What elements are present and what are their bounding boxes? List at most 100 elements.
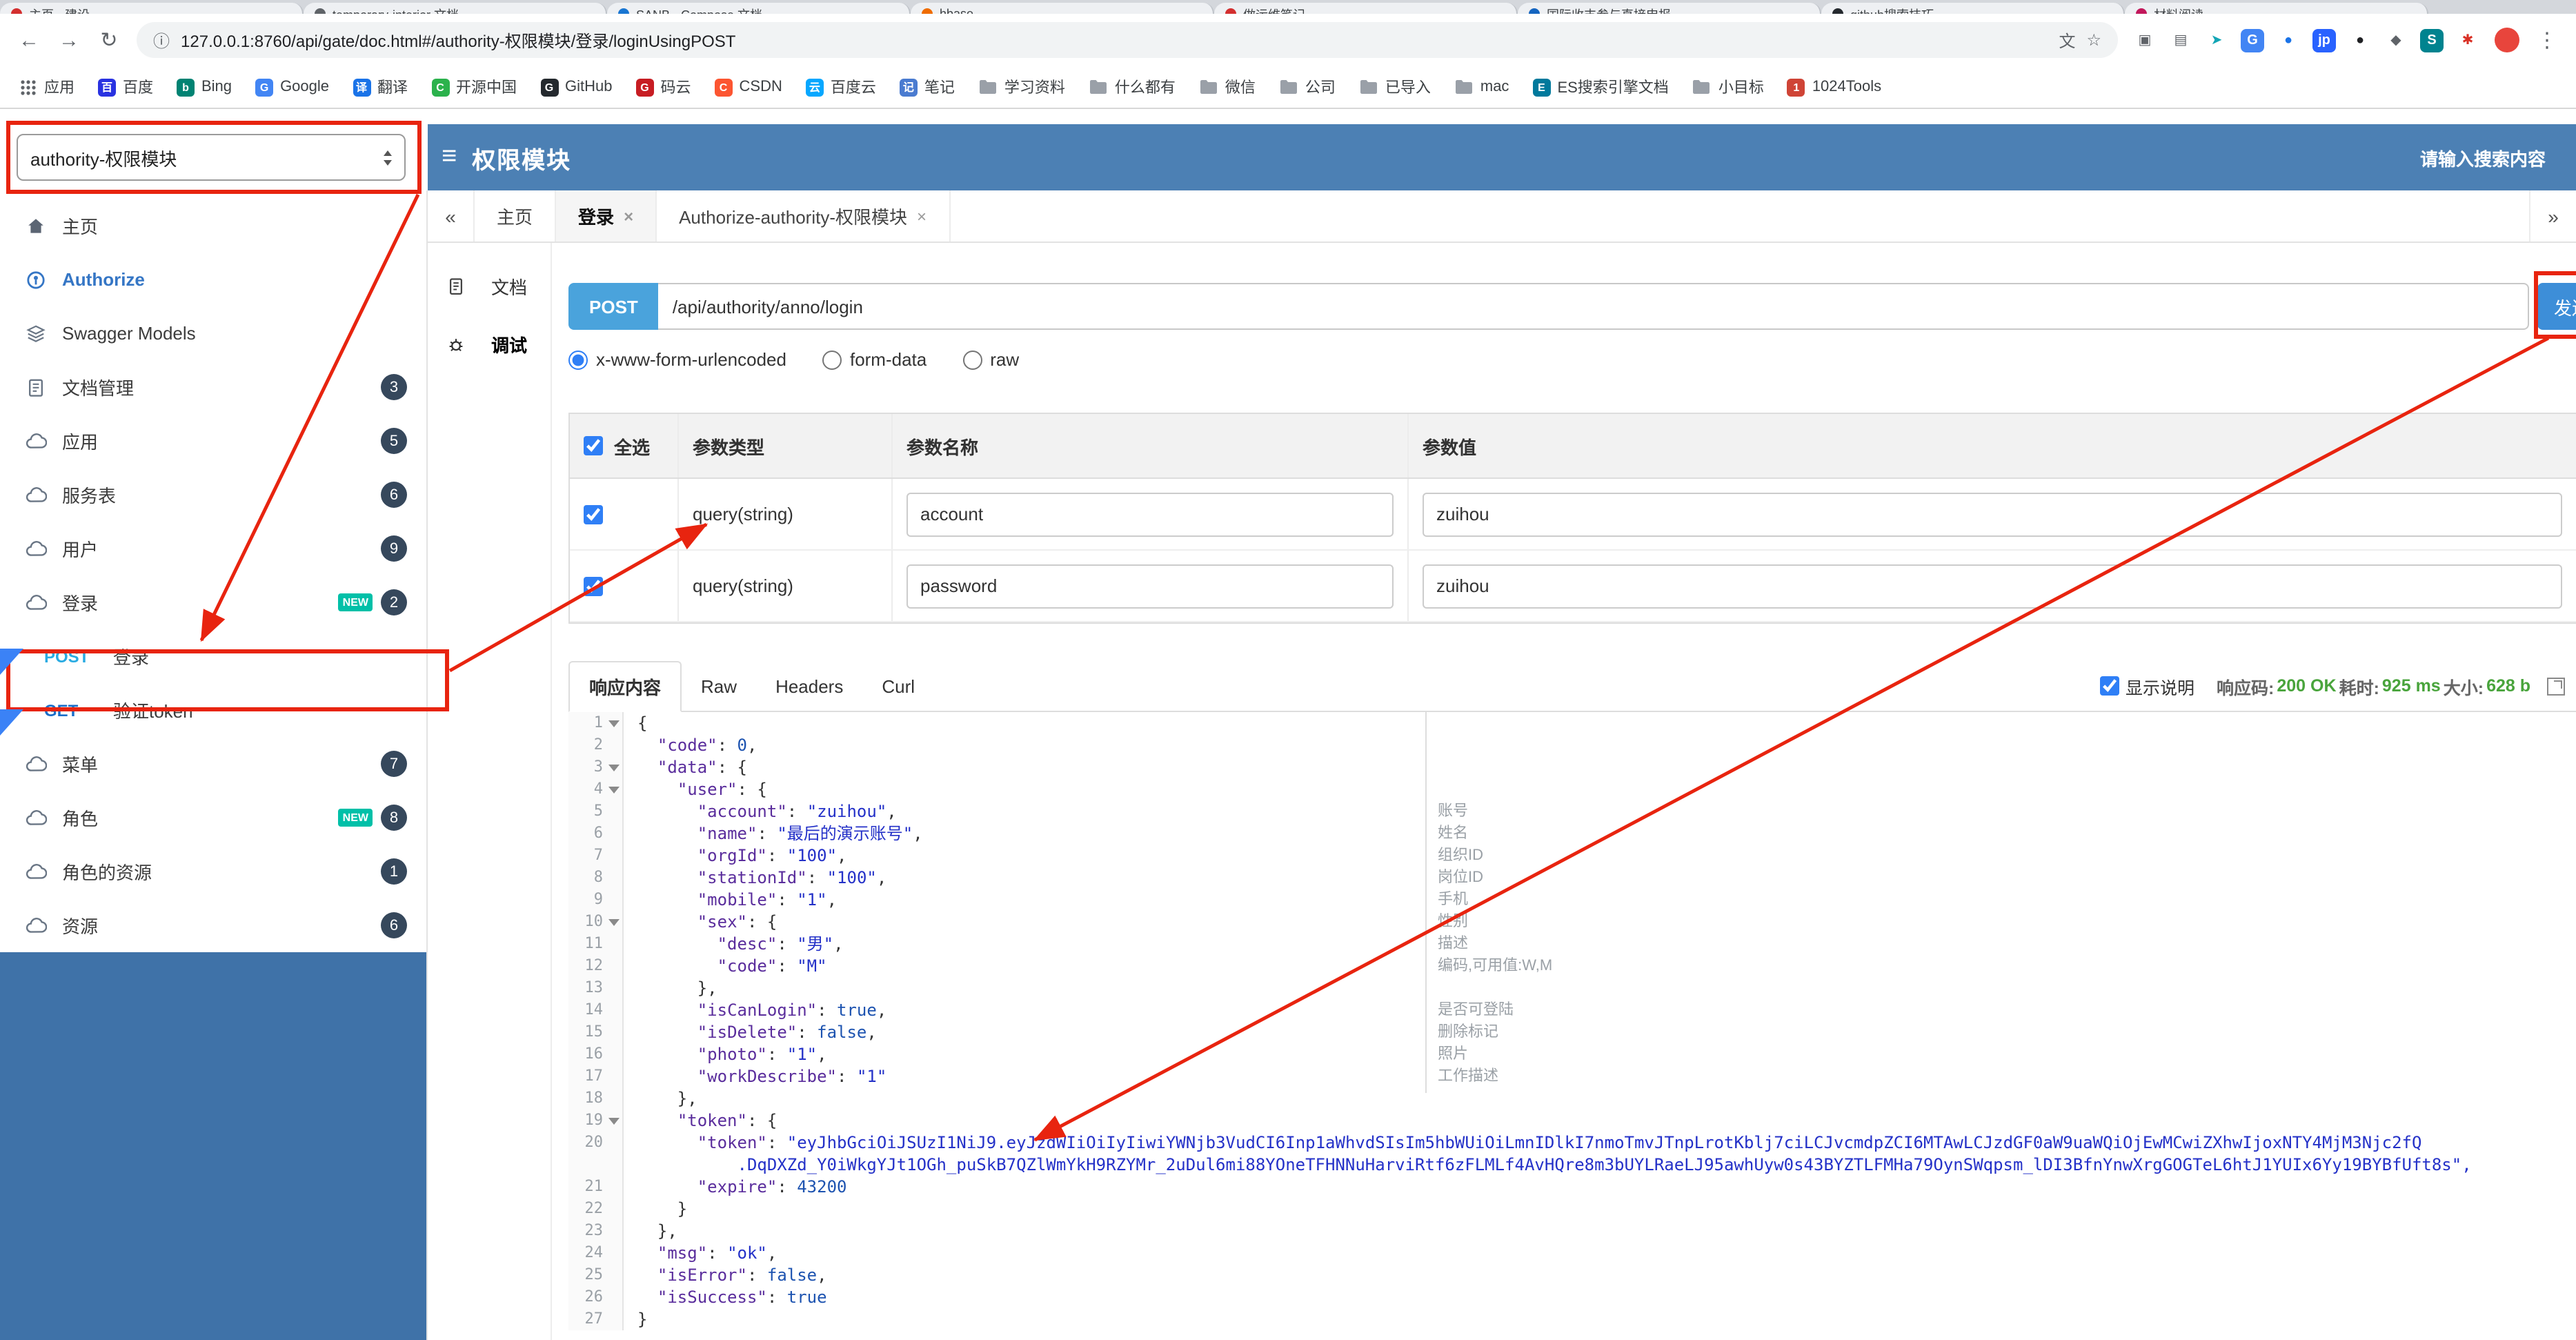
fold-caret-icon[interactable] <box>608 765 620 771</box>
response-tab[interactable]: Headers <box>756 661 862 711</box>
sidebar-item[interactable]: 角色 NEW 8 <box>0 791 426 845</box>
request-url-input[interactable] <box>658 283 2529 330</box>
sidebar-item[interactable]: 角色的资源 1 <box>0 845 426 898</box>
bookmark-item[interactable]: 已导入 <box>1359 76 1431 98</box>
content-type-radio[interactable] <box>822 350 842 369</box>
module-select[interactable]: authority-权限模块 <box>17 134 406 181</box>
sidebar-item[interactable]: 用户 9 <box>0 522 426 575</box>
sidebar-item[interactable]: 资源 6 <box>0 898 426 952</box>
doc-tab[interactable]: Authorize-authority-权限模块 × <box>657 190 951 242</box>
sidebar-item[interactable]: GET 验证token <box>0 683 426 737</box>
param-row-checkbox[interactable] <box>584 504 603 524</box>
bookmark-item[interactable]: 微信 <box>1199 76 1256 98</box>
bookmark-item[interactable]: 1 1024Tools <box>1787 78 1881 96</box>
param-name-input[interactable] <box>906 564 1394 608</box>
content-type-option[interactable]: x-www-form-urlencoded <box>568 349 786 370</box>
browser-tab[interactable]: 材料阅读 <box>2125 3 2428 14</box>
close-tab-icon[interactable]: × <box>624 206 633 226</box>
content-type-radio[interactable] <box>962 350 982 369</box>
bookmark-item[interactable]: G Google <box>255 78 329 96</box>
browser-tab[interactable]: SANB - Compose 文档 <box>607 3 911 14</box>
bookmark-item[interactable]: G 码云 <box>635 76 691 98</box>
fullscreen-icon[interactable] <box>2547 677 2565 695</box>
browser-tab[interactable]: hbase <box>911 3 1214 14</box>
sidebar-item[interactable]: 服务表 6 <box>0 468 426 522</box>
sidebar-item[interactable]: POST 登录 <box>0 629 426 683</box>
send-ext-icon[interactable]: ➤ <box>2205 28 2228 52</box>
reader-ext-icon[interactable]: ▤ <box>2169 28 2192 52</box>
shield-ext-icon[interactable]: ◆ <box>2384 28 2408 52</box>
page-info-icon[interactable]: ⓘ <box>153 28 170 52</box>
doc-tab[interactable]: 登录 × <box>556 190 657 242</box>
bookmark-item[interactable]: 应用 <box>19 76 75 98</box>
line-numbers[interactable]: 1 2 3 4 5 6 7 8 9 10 11 12 13 14 15 16 17 18 19 20 21 22 23 24 2… <box>568 712 624 1330</box>
bookmark-item[interactable]: G GitHub <box>540 78 613 96</box>
bookmark-item[interactable]: C 开源中国 <box>431 76 517 98</box>
doc-nav-debug[interactable]: 调试 <box>428 315 551 373</box>
bookmark-item[interactable]: 什么都有 <box>1089 76 1176 98</box>
snip-ext-icon[interactable]: S <box>2420 28 2444 52</box>
reload-icon[interactable]: ↻ <box>97 28 121 52</box>
close-tab-icon[interactable]: × <box>917 206 927 226</box>
bookmark-item[interactable]: 公司 <box>1279 76 1336 98</box>
forward-icon[interactable]: → <box>57 28 81 52</box>
bookmark-item[interactable]: 学习资料 <box>978 76 1065 98</box>
response-json[interactable]: { "code": 0, "data": { "user": { "accoun… <box>624 712 2576 1330</box>
sidebar-item[interactable]: 菜单 7 <box>0 737 426 791</box>
fold-caret-icon[interactable] <box>608 787 620 794</box>
circle-ext-icon[interactable]: ● <box>2348 28 2372 52</box>
google-ext-icon[interactable]: G <box>2241 28 2264 52</box>
bookmark-item[interactable]: mac <box>1454 79 1509 95</box>
response-tab[interactable]: Curl <box>862 661 934 711</box>
sidebar-item[interactable]: 登录 NEW 2 <box>0 575 426 629</box>
show-desc-checkbox[interactable] <box>2099 676 2119 696</box>
sidebar-item[interactable]: 应用 5 <box>0 414 426 468</box>
profile-avatar[interactable] <box>2495 28 2519 52</box>
tabs-next-icon[interactable]: » <box>2529 190 2576 242</box>
bookmark-star-icon[interactable]: ☆ <box>2086 30 2101 50</box>
back-icon[interactable]: ← <box>17 28 41 52</box>
menu-toggle-icon[interactable]: ≡ <box>442 142 457 173</box>
browser-tab[interactable]: github搜索技巧 <box>1821 3 2125 14</box>
tabs-prev-icon[interactable]: « <box>428 190 475 242</box>
fold-caret-icon[interactable] <box>608 919 620 926</box>
browser-tab[interactable]: 国际收支参与直接申报 <box>1518 3 1821 14</box>
more-menu-icon[interactable]: ⋮ <box>2535 28 2559 52</box>
param-row-checkbox[interactable] <box>584 576 603 595</box>
doc-tab[interactable]: 主页 <box>475 190 557 242</box>
param-value-input[interactable] <box>1423 492 2562 536</box>
bookmark-item[interactable]: 百百度 <box>98 76 153 98</box>
sidebar-item[interactable]: 文档管理 3 <box>0 360 426 414</box>
sidebar-item[interactable]: Authorize <box>0 253 426 306</box>
bookmark-item[interactable]: 译翻译 <box>353 76 408 98</box>
send-button[interactable]: 发送 <box>2537 283 2576 330</box>
fold-caret-icon[interactable] <box>608 1118 620 1125</box>
bookmark-item[interactable]: C CSDN <box>714 78 782 96</box>
bookmark-item[interactable]: 云百度云 <box>805 76 876 98</box>
bookmark-item[interactable]: 记笔记 <box>899 76 955 98</box>
response-tab[interactable]: Raw <box>682 661 756 711</box>
content-type-option[interactable]: form-data <box>822 349 927 370</box>
search-input[interactable]: 请输入搜索内容 <box>2420 144 2546 170</box>
pinwheel-ext-icon[interactable]: ✱ <box>2456 28 2479 52</box>
address-bar[interactable]: ⓘ 127.0.0.1:8760/api/gate/doc.html#/auth… <box>137 22 2118 58</box>
browser-tab[interactable]: temporary-interior 文档 <box>304 3 607 14</box>
bookmark-item[interactable]: E ES搜索引擎文档 <box>1532 76 1669 98</box>
sidebar-item[interactable]: Swagger Models <box>0 306 426 360</box>
param-name-input[interactable] <box>906 492 1394 536</box>
response-tab[interactable]: 响应内容 <box>568 661 682 712</box>
content-type-radio[interactable] <box>568 350 588 369</box>
browser-tab[interactable]: 做运维笔记 <box>1214 3 1518 14</box>
translate-icon[interactable]: 文 <box>2059 28 2075 52</box>
jp-ext-icon[interactable]: jp <box>2312 28 2336 52</box>
bookmark-item[interactable]: 小目标 <box>1692 76 1764 98</box>
content-type-option[interactable]: raw <box>962 349 1019 370</box>
browser-tab[interactable]: 主页 - 建设… <box>0 3 304 14</box>
select-all-checkbox[interactable] <box>584 436 603 455</box>
bookmark-item[interactable]: b Bing <box>177 78 232 96</box>
side-panel-icon[interactable]: ▣ <box>2133 28 2157 52</box>
param-value-input[interactable] <box>1423 564 2562 608</box>
sidebar-item[interactable]: 主页 <box>0 199 426 253</box>
docs-ext-icon[interactable]: ● <box>2277 28 2300 52</box>
doc-nav-doc[interactable]: 文档 <box>428 257 551 315</box>
